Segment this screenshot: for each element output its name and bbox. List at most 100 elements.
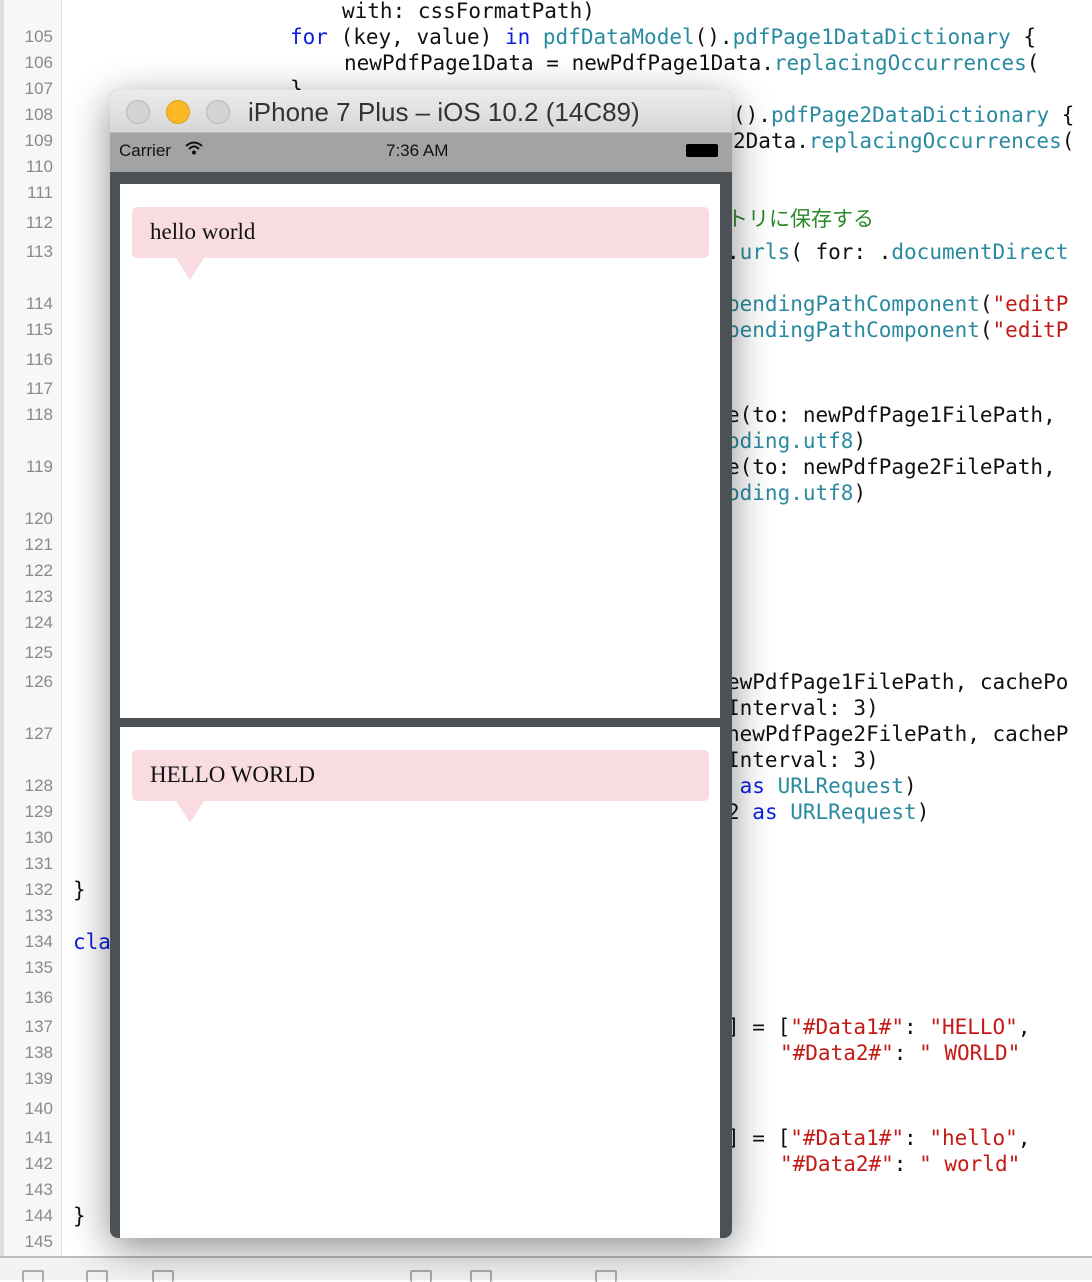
window-titlebar[interactable]: iPhone 7 Plus – iOS 10.2 (14C89) (110, 90, 732, 133)
code-token: pendingPathComponent (727, 318, 980, 342)
code-token: , (1017, 1126, 1031, 1150)
line-number: 118 (25, 405, 53, 424)
code-token: "#Data2#" (780, 1041, 894, 1065)
code-line: 2Data.replacingOccurrences( (733, 129, 1074, 153)
line-number: 112 (25, 213, 53, 232)
toolbar-button[interactable] (410, 1270, 432, 1282)
code-token: "HELLO" (929, 1015, 1018, 1039)
code-token: ] = [ (727, 1015, 791, 1039)
code-token: Interval: 3) (727, 696, 879, 720)
line-number: 110 (25, 157, 53, 176)
code-token: ( (979, 292, 993, 316)
code-token: { (1049, 103, 1075, 127)
line-number: 145 (24, 1232, 53, 1251)
code-token: URLRequest (790, 800, 917, 824)
code-token: "#Data2#" (780, 1152, 894, 1176)
line-number: 115 (25, 320, 53, 339)
code-line: Interval: 3) (727, 696, 879, 720)
code-token: "editP (992, 292, 1069, 316)
line-number: 114 (25, 294, 53, 313)
code-token: ( (1061, 129, 1075, 153)
line-number: 132 (24, 880, 53, 899)
code-token: e(to: newPdfPage2FilePath, (727, 455, 1056, 479)
code-token: ( (979, 318, 993, 342)
code-line: } (73, 1204, 86, 1228)
clock: 7:36 AM (386, 141, 449, 160)
line-number: 139 (24, 1069, 53, 1088)
code-token: oding.utf8 (727, 481, 854, 505)
line-number: 116 (25, 350, 53, 369)
code-line: 2 as URLRequest) (727, 800, 929, 824)
line-number: 122 (24, 561, 53, 580)
code-token: ) (853, 481, 867, 505)
code-token: : (904, 1126, 930, 1150)
line-number: 131 (24, 854, 53, 873)
toolbar-button[interactable] (470, 1270, 492, 1282)
code-token: with: cssFormatPath) (342, 0, 595, 23)
line-number: 128 (24, 776, 53, 795)
minimize-button[interactable] (166, 100, 190, 124)
code-token: oding.utf8 (727, 429, 854, 453)
code-token: } (73, 1204, 86, 1228)
code-token: pdfPage1DataDictionary (732, 25, 1011, 49)
toolbar-button[interactable] (86, 1270, 108, 1282)
line-number: 138 (24, 1043, 53, 1062)
code-token: "editP (992, 318, 1069, 342)
simulator-window[interactable]: iPhone 7 Plus – iOS 10.2 (14C89) Carrier… (110, 90, 732, 1238)
code-token: : (904, 1015, 930, 1039)
line-number: 137 (24, 1017, 53, 1036)
code-token: (). (694, 25, 733, 49)
line-number: 126 (24, 672, 53, 691)
line-number: 130 (24, 828, 53, 847)
code-line: newPdfPage1Data = newPdfPage1Data.replac… (344, 51, 1039, 75)
code-token: urls (739, 240, 791, 264)
code-line: cla (73, 930, 111, 954)
zoom-button[interactable] (206, 100, 230, 124)
code-line: } (73, 878, 86, 902)
code-token: (). (733, 103, 771, 127)
code-token: " world" (919, 1152, 1021, 1176)
code-line: ] = ["#Data1#": "HELLO", (727, 1015, 1030, 1039)
code-line: pendingPathComponent("editP (727, 292, 1068, 316)
line-number: 111 (27, 183, 53, 202)
code-line: e(to: newPdfPage2FilePath, (727, 455, 1056, 479)
toolbar-button[interactable] (152, 1270, 174, 1282)
code-token: ( for: . (790, 240, 892, 264)
line-number: 106 (24, 53, 53, 72)
code-line: pendingPathComponent("editP (727, 318, 1068, 342)
code-token: " WORLD" (919, 1041, 1021, 1065)
ios-status-bar: Carrier 7:36 AM (110, 133, 732, 172)
code-token: ] = [ (727, 1126, 791, 1150)
code-token: トリに保存する (727, 207, 874, 231)
code-token: : (893, 1152, 920, 1176)
line-number: 127 (24, 724, 53, 743)
webview-page-2[interactable]: HELLO WORLD (120, 727, 720, 1238)
line-number: 124 (24, 613, 53, 632)
code-token: e(to: newPdfPage1FilePath, (727, 403, 1056, 427)
line-number: 133 (24, 906, 53, 925)
code-token: newPdfPage2FilePath, cacheP (727, 722, 1069, 746)
toolbar-button[interactable] (595, 1270, 617, 1282)
webview-page-1[interactable]: hello world (120, 184, 720, 718)
code-token: } (73, 878, 86, 902)
code-token: pdfPage2DataDictionary (770, 103, 1050, 127)
close-button[interactable] (126, 100, 150, 124)
line-number: 123 (24, 587, 53, 606)
code-token: newPdfPage1Data = newPdfPage1Data. (344, 51, 774, 75)
line-number: 140 (24, 1099, 53, 1118)
battery-icon (686, 144, 718, 157)
code-line: for (key, value) in pdfDataModel().pdfPa… (290, 25, 1036, 49)
code-token: as (752, 800, 778, 824)
code-line: Interval: 3) (727, 748, 879, 772)
line-number: 143 (24, 1180, 53, 1199)
code-token: (key, value) (327, 25, 505, 49)
code-token: for (290, 25, 328, 49)
code-token: in (504, 25, 531, 49)
code-token: ewPdfPage1FilePath, cachePo (727, 670, 1069, 694)
toolbar-button[interactable] (22, 1270, 44, 1282)
code-token: replacingOccurrences (773, 51, 1027, 75)
line-number: 109 (24, 131, 53, 150)
code-token: pendingPathComponent (727, 292, 980, 316)
